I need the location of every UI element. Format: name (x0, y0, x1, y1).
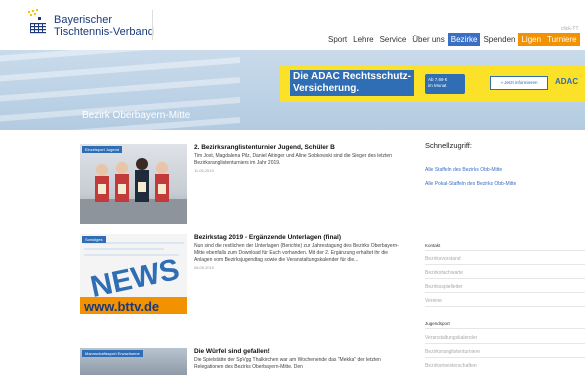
sidebar-divider (425, 328, 585, 329)
news-teaser: Tim Jost, Magdalena Pilz, Daniel Aitinge… (194, 153, 392, 166)
news-item[interactable]: Einzelsport Jugend 2. Bezirksranglistent… (80, 144, 405, 226)
site-logo[interactable]: Bayerischer Tischtennis-Verband (20, 5, 160, 45)
news-thumbnail[interactable]: Mannschaftssport Erwachsene (80, 348, 187, 375)
sidebar-item[interactable]: Veranstaltungskalender (425, 335, 585, 341)
sidebar-item[interactable]: Bezirksspielleiter (425, 284, 585, 290)
quick-link-staffeln[interactable]: Alle Staffeln des Bezirks Obb-Mitte (425, 167, 502, 173)
news-title[interactable]: Die Würfel sind gefallen! (194, 348, 404, 356)
news-body: Die Würfel sind gefallen! Die Spielstätt… (194, 348, 404, 371)
sidebar-divider (425, 278, 585, 279)
nav-item-service[interactable]: Service (377, 33, 410, 46)
hero-banner: Die ADAC Rechtsschutz- Versicherung. Ab … (0, 50, 585, 130)
sidebar-item[interactable]: Bezirksranglistenturniere (425, 349, 585, 355)
adac-advertisement[interactable]: Die ADAC Rechtsschutz- Versicherung. Ab … (280, 66, 585, 102)
sidebar-item[interactable]: Bezirksfachwarte (425, 270, 585, 276)
nav-item-spenden[interactable]: Spenden (480, 33, 518, 46)
news-graphic: NEWS www.bttv.de (80, 234, 187, 314)
nav-item-lehre[interactable]: Lehre (350, 33, 376, 46)
sidebar-section-title: Kontakt (425, 243, 441, 248)
nav-item-bezirke[interactable]: Bezirke (447, 32, 481, 46)
header-divider (152, 10, 153, 40)
sidebar-divider (425, 264, 585, 265)
news-thumbnail[interactable]: Einzelsport Jugend (80, 144, 187, 224)
news-category-tag: Mannschaftssport Erwachsene (82, 350, 143, 357)
sidebar-divider (425, 357, 585, 358)
sidebar-item[interactable]: Vereine (425, 298, 585, 304)
sidebar-divider (425, 343, 585, 344)
ad-headline: Die ADAC Rechtsschutz- Versicherung. (290, 70, 414, 96)
news-item[interactable]: NEWS www.bttv.de Sonstiges Bezirkstag 20… (80, 234, 405, 316)
sidebar-divider (425, 250, 585, 251)
logo-line-2: Tischtennis-Verband (54, 26, 154, 38)
news-date: 11.05.2019 (194, 168, 214, 173)
news-title[interactable]: Bezirkstag 2019 - Ergänzende Unterlagen … (194, 234, 404, 242)
news-category-tag: Sonstiges (82, 236, 106, 243)
news-body: Bezirkstag 2019 - Ergänzende Unterlagen … (194, 234, 404, 270)
sidebar-item[interactable]: Bezirksmeisterschaften (425, 363, 585, 369)
news-date: 08.05.2019 (194, 265, 215, 270)
nav-item-turniere[interactable]: Turniere (544, 32, 580, 46)
quick-link-pokal-staffeln[interactable]: Alle Pokal-Staffeln des Bezirks Obb-Mitt… (425, 181, 516, 187)
nav-item-sport[interactable]: Sport (325, 33, 350, 46)
page: Bayerischer Tischtennis-Verband Sport Le… (0, 0, 585, 375)
logo-icon (28, 9, 46, 34)
ad-brand-logo: ADAC (555, 77, 579, 86)
news-graphic-url: www.bttv.de (83, 299, 159, 314)
sidebar-divider (425, 292, 585, 293)
sidebar-divider (425, 306, 585, 307)
ad-headline-line-2: Versicherung. (293, 83, 360, 94)
news-teaser: Die Spielstätte der SpVgg Thalkirchen wa… (194, 357, 381, 370)
logo-line-1: Bayerischer (54, 14, 113, 26)
main-nav: Sport Lehre Service Über uns Bezirke Spe… (325, 26, 580, 46)
site-header: Bayerischer Tischtennis-Verband Sport Le… (0, 0, 585, 50)
news-title[interactable]: 2. Bezirksranglistenturnier Jugend, Schü… (194, 144, 404, 152)
news-body: 2. Bezirksranglistenturnier Jugend, Schü… (194, 144, 404, 173)
ad-cta-button[interactable]: » Jetzt informieren (490, 76, 548, 90)
ad-price-line-2: im Monat (428, 82, 447, 88)
logo-text: Bayerischer Tischtennis-Verband (54, 14, 154, 38)
click-tt-hint[interactable]: click-TT (558, 24, 582, 34)
nav-item-ueber-uns[interactable]: Über uns (409, 33, 447, 46)
news-category-tag: Einzelsport Jugend (82, 146, 123, 153)
news-teaser: Nun sind die restlichen der Unterlagen (… (194, 243, 399, 263)
players-photo (80, 158, 187, 224)
nav-item-ligen[interactable]: Ligen (518, 32, 545, 46)
news-item[interactable]: Mannschaftssport Erwachsene Die Würfel s… (80, 348, 405, 375)
sidebar-item[interactable]: Bezirksvorstand (425, 256, 585, 262)
ad-price-badge: Ab 7,69 € im Monat (425, 74, 465, 94)
ad-headline-line-1: Die ADAC Rechtsschutz- (293, 71, 411, 82)
quick-access-title: Schnellzugriff: (425, 141, 472, 150)
sidebar-section-title: Jugendsport (425, 321, 450, 326)
page-title: Bezirk Oberbayern-Mitte (82, 110, 191, 121)
news-thumbnail[interactable]: NEWS www.bttv.de Sonstiges (80, 234, 187, 314)
main-content: Einzelsport Jugend 2. Bezirksranglistent… (0, 130, 585, 375)
